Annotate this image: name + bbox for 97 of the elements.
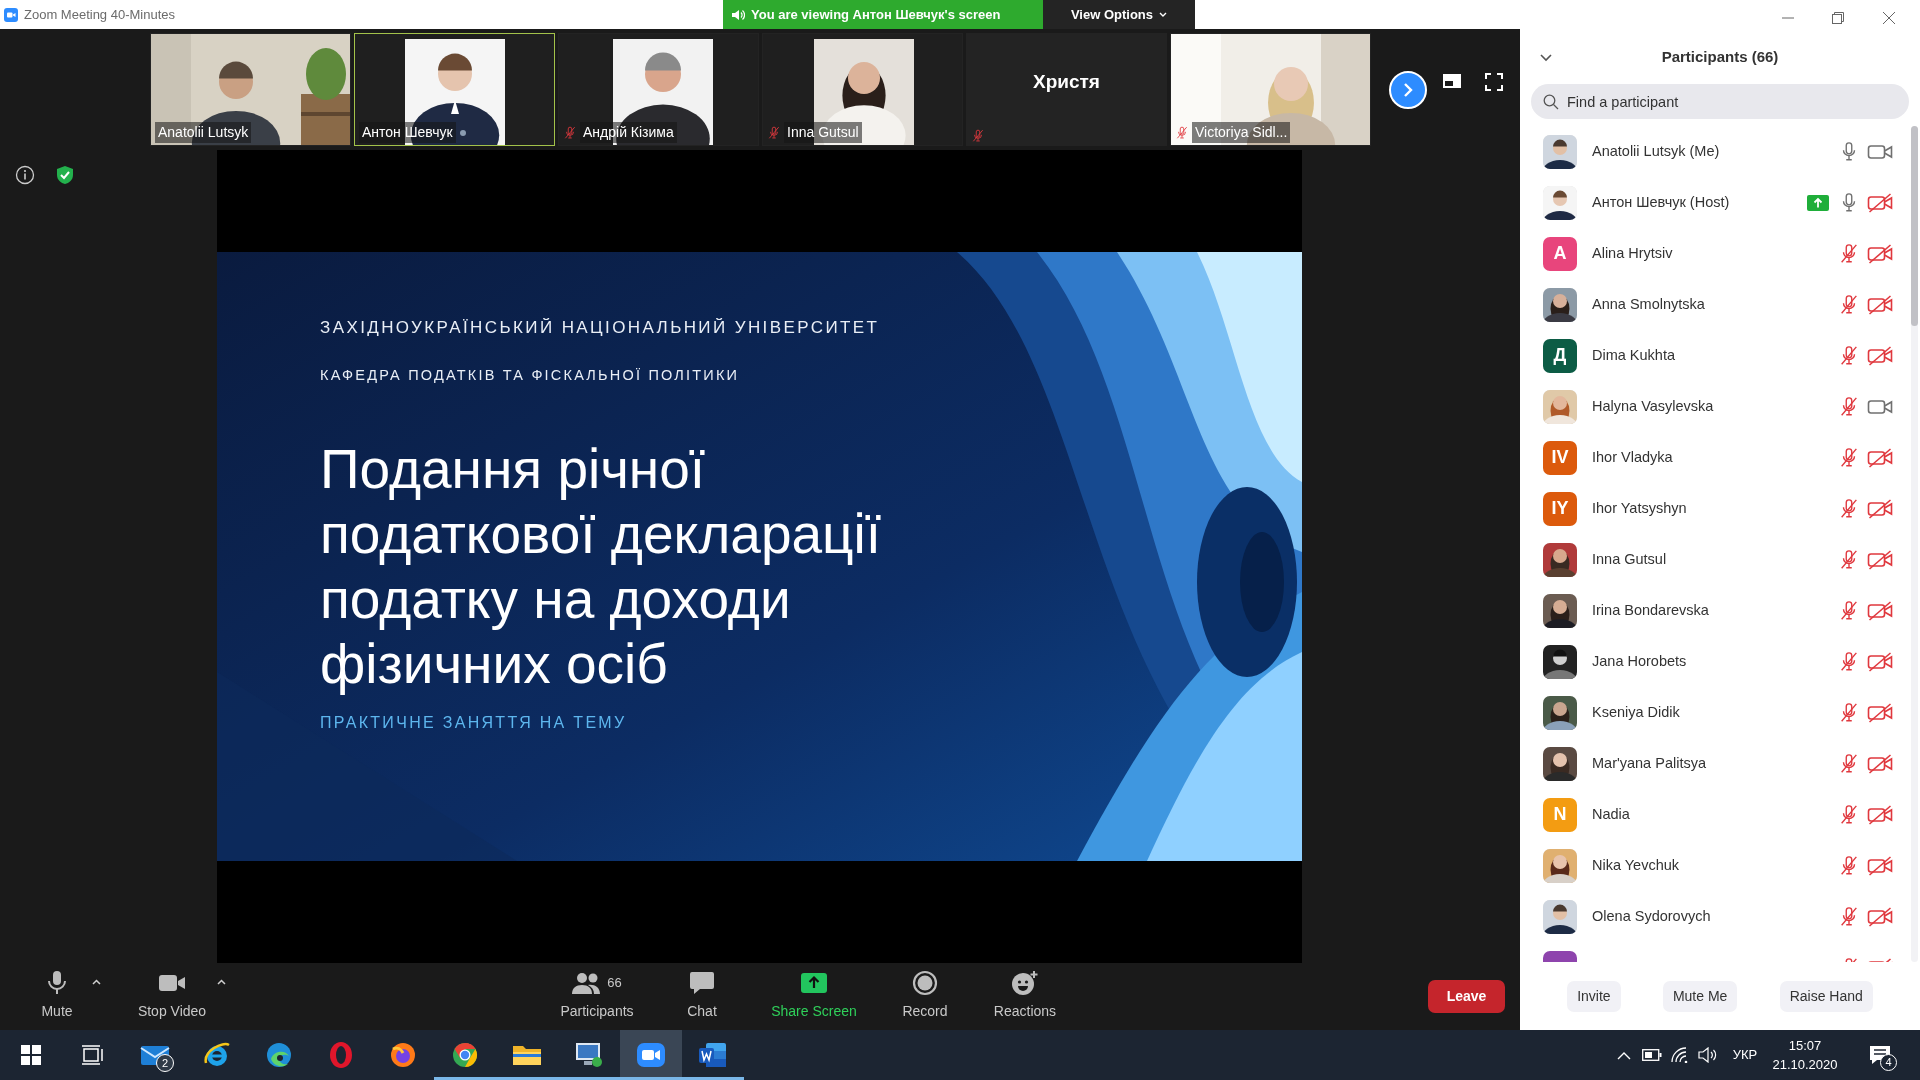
shield-icon[interactable] xyxy=(56,165,74,185)
participant-name: Inna Gutsul xyxy=(1592,549,1667,569)
stop-video-button[interactable]: Stop Video xyxy=(127,971,217,1022)
participant-name: Христя xyxy=(1032,70,1101,94)
participant-name: Halyna Vasylevska xyxy=(1592,396,1714,416)
slide-title: Подання річної податкової декларації податку на доходи фізичних осіб xyxy=(320,437,882,697)
video-tile[interactable]: Anatolii Lutsyk xyxy=(150,33,351,146)
participant-name: Anna Smolnytska xyxy=(1592,294,1705,314)
chevron-right-icon xyxy=(1401,81,1415,98)
video-tile[interactable]: Victoriya Sidl... xyxy=(1170,33,1371,146)
taskbar-button[interactable] xyxy=(620,1030,682,1080)
avatar: IY xyxy=(1543,491,1577,526)
view-options-button[interactable]: View Options xyxy=(1043,0,1195,29)
participant-count: 66 xyxy=(607,974,622,993)
avatar: N xyxy=(1543,797,1577,832)
participant-name: Inna Gutsul xyxy=(784,122,862,143)
caret-button[interactable] xyxy=(217,979,226,985)
participant-name: Kseniya Didik xyxy=(1592,702,1680,722)
globe-e-icon xyxy=(203,1041,231,1069)
task-view-icon xyxy=(82,1045,104,1065)
video-tile[interactable]: Inna Gutsul xyxy=(762,33,963,146)
participants-button[interactable]: 66 Participants xyxy=(547,971,647,1022)
fox-icon xyxy=(389,1041,417,1069)
participant-name: Irina Bondarevska xyxy=(1592,600,1709,620)
caret-icon xyxy=(1159,11,1168,18)
windows-icon xyxy=(21,1045,41,1065)
app-icon xyxy=(4,7,18,22)
participant-name: Olena Sydorovych xyxy=(1592,906,1711,926)
speaker-icon[interactable] xyxy=(1698,1047,1718,1063)
chat-icon xyxy=(689,971,715,995)
banner-text: You are viewing Антон Шевчук's screen xyxy=(751,5,1001,24)
avatar: IV xyxy=(1543,440,1577,475)
close-icon[interactable] xyxy=(1882,10,1896,25)
slide-subheading: КАФЕДРА ПОДАТКІВ ТА ФІСКАЛЬНОЇ ПОЛІТИКИ xyxy=(320,366,740,385)
participant-name: Anatolii Lutsyk (Me) xyxy=(1592,141,1720,161)
record-button[interactable]: Record xyxy=(885,971,965,1022)
speaker-icon xyxy=(731,8,745,21)
document-icon xyxy=(698,1041,728,1069)
slide-heading: ЗАХІДНОУКРАЇНСЬКИЙ НАЦІОНАЛЬНИЙ УНІВЕРСИТЕТ xyxy=(320,317,880,339)
chevron-down-icon[interactable] xyxy=(1540,53,1552,62)
participant-name: Ihor Yatsyshyn xyxy=(1592,498,1687,518)
caret-button[interactable] xyxy=(92,979,101,985)
video-tile[interactable]: Андрій Кізима xyxy=(558,33,759,146)
participant-name: Alina Hrytsiv xyxy=(1592,243,1673,263)
clock-time[interactable]: 15:07 xyxy=(1788,1036,1822,1055)
avatar: A xyxy=(1543,236,1577,271)
record-icon xyxy=(912,970,938,996)
video-tile[interactable]: Антон Шевчук xyxy=(354,33,555,146)
microphone-icon xyxy=(45,970,69,996)
participant-name: Jana Horobets xyxy=(1592,651,1687,671)
participant-name: Антон Шевчук (Host) xyxy=(1592,192,1730,212)
scrollbar-thumb[interactable] xyxy=(1910,126,1918,326)
reactions-button[interactable]: Reactions xyxy=(980,971,1070,1022)
info-icon[interactable] xyxy=(15,165,35,185)
chat-button[interactable]: Chat xyxy=(667,971,737,1022)
panel-title: Participants (66) xyxy=(1660,47,1780,68)
participant-name: Mar'yana Palitsya xyxy=(1592,753,1706,773)
slide-caption: ПРАКТИЧНЕ ЗАНЯТТЯ НА ТЕМУ xyxy=(320,713,627,733)
panel-button[interactable]: Invite xyxy=(1567,980,1621,1012)
leave-button[interactable]: Leave xyxy=(1428,980,1505,1013)
participant-name: Nika Yevchuk xyxy=(1592,855,1680,875)
next-page-button[interactable] xyxy=(1389,70,1427,109)
battery-icon[interactable] xyxy=(1642,1049,1662,1061)
count-badge: 2 xyxy=(156,1054,174,1072)
restore-icon[interactable] xyxy=(1832,11,1844,24)
video-tile[interactable]: Христя xyxy=(966,33,1167,146)
circle-segments-icon xyxy=(451,1041,479,1069)
fullscreen-icon[interactable] xyxy=(1485,73,1503,91)
participant-name: Nadia xyxy=(1592,804,1630,824)
window-title: Zoom Meeting 40-Minutes xyxy=(24,5,175,24)
participant-name: Victoriya Sidl... xyxy=(1192,122,1291,143)
chevron-up-icon[interactable] xyxy=(1617,1050,1631,1060)
participant-name: Ihor Vladyka xyxy=(1592,447,1673,467)
share-screen-icon xyxy=(800,972,828,994)
mute-button[interactable]: Mute xyxy=(22,971,92,1022)
taskbar-button[interactable]: 2 xyxy=(124,1030,186,1080)
people-icon xyxy=(572,971,603,995)
search-field[interactable]: Find a participant xyxy=(1531,84,1909,119)
smiley-icon xyxy=(1011,970,1039,996)
share-screen-button[interactable]: Share Screen xyxy=(762,971,866,1022)
folder-icon xyxy=(512,1043,542,1067)
clock-date[interactable]: 21.10.2020 xyxy=(1772,1055,1838,1074)
layout-icon[interactable] xyxy=(1442,73,1462,89)
count-badge: 4 xyxy=(1880,1054,1897,1071)
keyboard-language[interactable]: УКР xyxy=(1722,1045,1768,1065)
avatar: Д xyxy=(1543,338,1577,373)
ring-icon xyxy=(328,1041,354,1069)
panel-button[interactable]: Mute Me xyxy=(1662,980,1738,1012)
participant-name: Андрій Кізима xyxy=(580,122,677,143)
participant-name: Dima Kukhta xyxy=(1592,345,1675,365)
participant-name: Anatolii Lutsyk xyxy=(155,122,252,143)
video-camera-icon xyxy=(636,1041,666,1069)
swirl-icon xyxy=(265,1041,293,1069)
monitor-icon xyxy=(574,1041,604,1069)
participant-name: Антон Шевчук xyxy=(359,122,456,143)
wifi-icon[interactable] xyxy=(1671,1047,1689,1063)
panel-button[interactable]: Raise Hand xyxy=(1779,980,1873,1012)
